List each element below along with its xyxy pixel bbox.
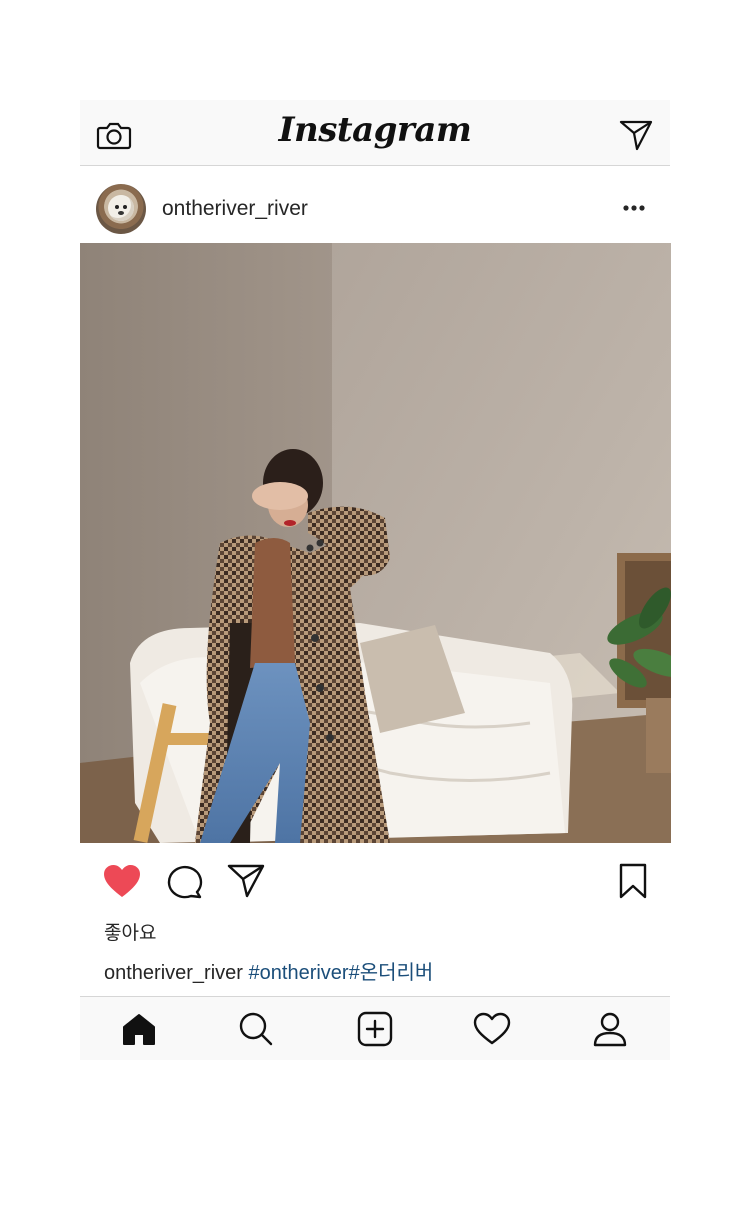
post-caption: ontheriver_river #ontheriver#온더리버 bbox=[104, 956, 433, 985]
add-post-icon[interactable] bbox=[356, 1011, 394, 1047]
activity-heart-icon[interactable] bbox=[473, 1011, 511, 1047]
direct-message-icon[interactable] bbox=[618, 118, 654, 152]
post-actions bbox=[80, 843, 670, 919]
profile-icon[interactable] bbox=[591, 1011, 629, 1047]
post-photo[interactable] bbox=[80, 243, 671, 843]
avatar[interactable] bbox=[96, 184, 146, 234]
more-options-icon[interactable] bbox=[622, 199, 646, 211]
bookmark-icon[interactable] bbox=[611, 860, 655, 902]
search-icon[interactable] bbox=[237, 1011, 275, 1047]
post-header: ontheriver_river bbox=[80, 167, 670, 243]
app-logo: Instagram bbox=[278, 110, 472, 150]
instagram-frame: Instagram ontheriver_river 좋아요 ontherive… bbox=[80, 100, 671, 1060]
avatar-dog-face bbox=[108, 195, 134, 221]
caption-username[interactable]: ontheriver_river bbox=[104, 962, 243, 984]
likes-label[interactable]: 좋아요 bbox=[104, 918, 156, 945]
comment-icon[interactable] bbox=[162, 860, 206, 902]
heart-filled-icon[interactable] bbox=[100, 860, 144, 902]
bottom-nav bbox=[80, 996, 670, 1060]
home-icon[interactable] bbox=[120, 1011, 158, 1047]
share-icon[interactable] bbox=[224, 860, 268, 902]
post-username[interactable]: ontheriver_river bbox=[162, 197, 308, 221]
top-bar: Instagram bbox=[80, 100, 670, 166]
caption-hashtags[interactable]: #ontheriver#온더리버 bbox=[249, 962, 434, 984]
